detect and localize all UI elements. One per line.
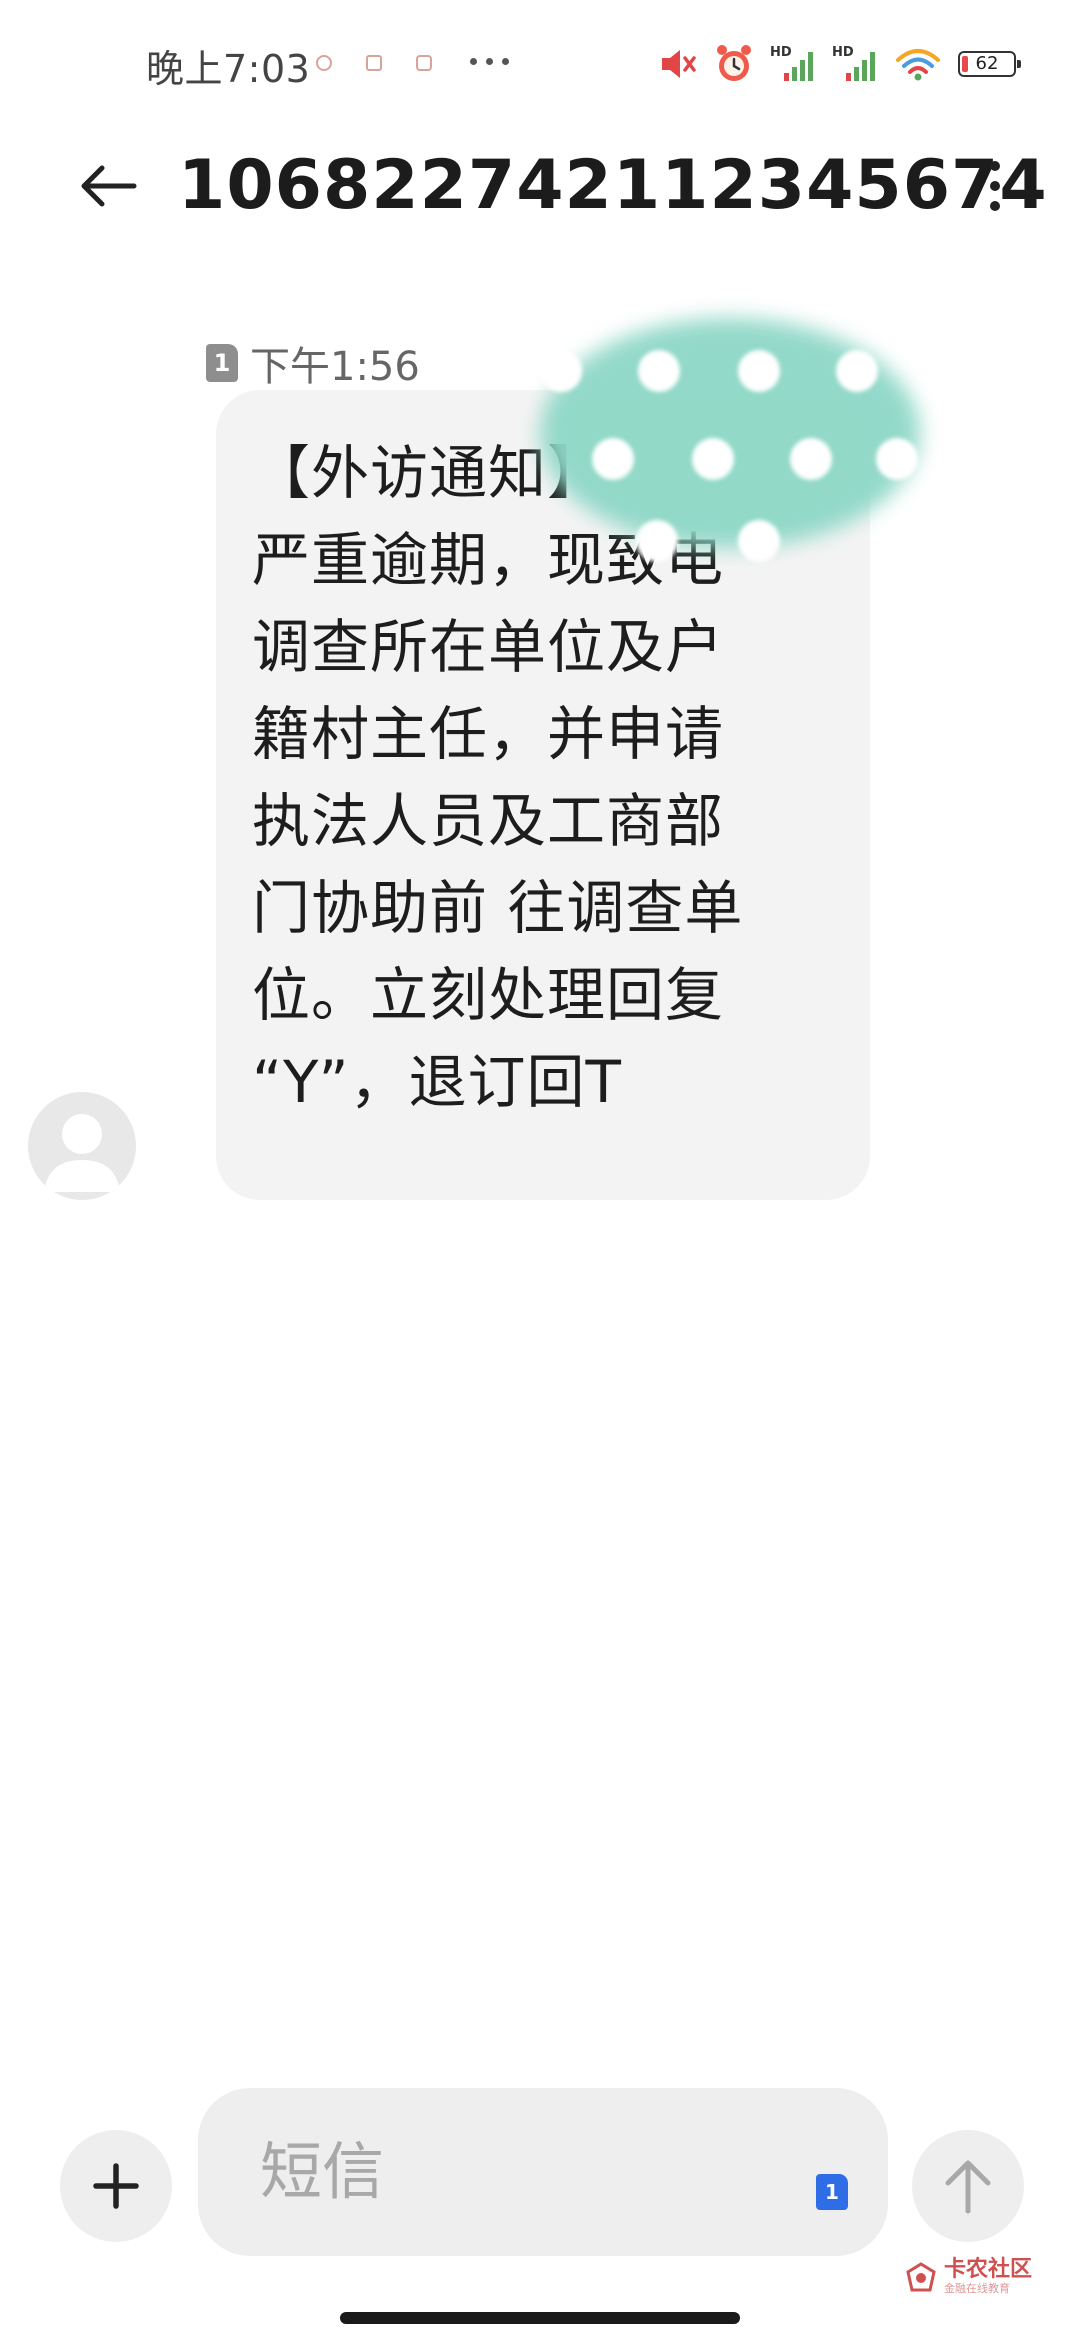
- sim-card-icon: 1: [206, 344, 238, 382]
- message-line: 门协助前 往调查单: [252, 874, 744, 942]
- notification-icon: [416, 55, 432, 71]
- more-options-button[interactable]: [965, 148, 1025, 224]
- watermark: 卡农社区 金融在线教育: [904, 2258, 1032, 2295]
- message-line: 调查所在单位及户: [252, 613, 725, 681]
- message-line: 籍村主任，并申请: [252, 700, 725, 768]
- svg-text:HD: HD: [770, 45, 792, 60]
- notification-icon: [366, 55, 382, 71]
- conversation-title: 10682274211234567​4: [178, 146, 1048, 225]
- message-meta: 1 下午1:56: [206, 334, 420, 392]
- message-line: 位。立刻处理回复: [252, 961, 725, 1029]
- message-line: “Y”，退订回T: [252, 1048, 622, 1116]
- watermark-subtitle: 金融在线教育: [944, 2282, 1010, 2295]
- more-notifications-icon: [470, 58, 509, 65]
- redaction-pattern: [540, 330, 920, 562]
- watermark-title: 卡农社区: [944, 2257, 1033, 2282]
- send-button[interactable]: [912, 2130, 1024, 2242]
- arrow-up-icon: [945, 2160, 991, 2214]
- message-time: 下午1:56: [250, 344, 420, 390]
- system-status-icons: HD HD 62: [658, 40, 1021, 88]
- wifi-icon: [896, 49, 940, 81]
- sim-select-button[interactable]: 1: [816, 2174, 848, 2210]
- home-indicator[interactable]: [340, 2312, 740, 2324]
- back-button[interactable]: [72, 150, 144, 222]
- avatar[interactable]: [28, 1092, 136, 1200]
- message-input-placeholder: 短信: [260, 2135, 385, 2208]
- plus-icon: [93, 2163, 139, 2209]
- message-input[interactable]: 短信 1: [198, 2088, 888, 2256]
- hd-signal-icon: HD: [770, 45, 813, 81]
- watermark-logo-icon: [906, 2261, 936, 2291]
- status-bar: 晚上7:03 HD HD 62: [0, 0, 1080, 130]
- person-icon: [44, 1114, 120, 1192]
- message-line: 执法人员及工商部: [252, 787, 725, 855]
- notification-icon: [316, 55, 332, 71]
- status-time: 晚上7:03: [146, 47, 311, 91]
- svg-text:HD: HD: [832, 45, 854, 60]
- app-bar: 10682274211234567​4: [0, 130, 1080, 240]
- mute-icon: [662, 50, 696, 78]
- more-vertical-icon: [990, 161, 1000, 171]
- add-attachment-button[interactable]: [60, 2130, 172, 2242]
- hd-signal-icon: HD: [832, 45, 875, 81]
- battery-icon: 62: [958, 51, 1021, 77]
- alarm-icon: [717, 45, 751, 81]
- arrow-left-icon: [81, 165, 137, 207]
